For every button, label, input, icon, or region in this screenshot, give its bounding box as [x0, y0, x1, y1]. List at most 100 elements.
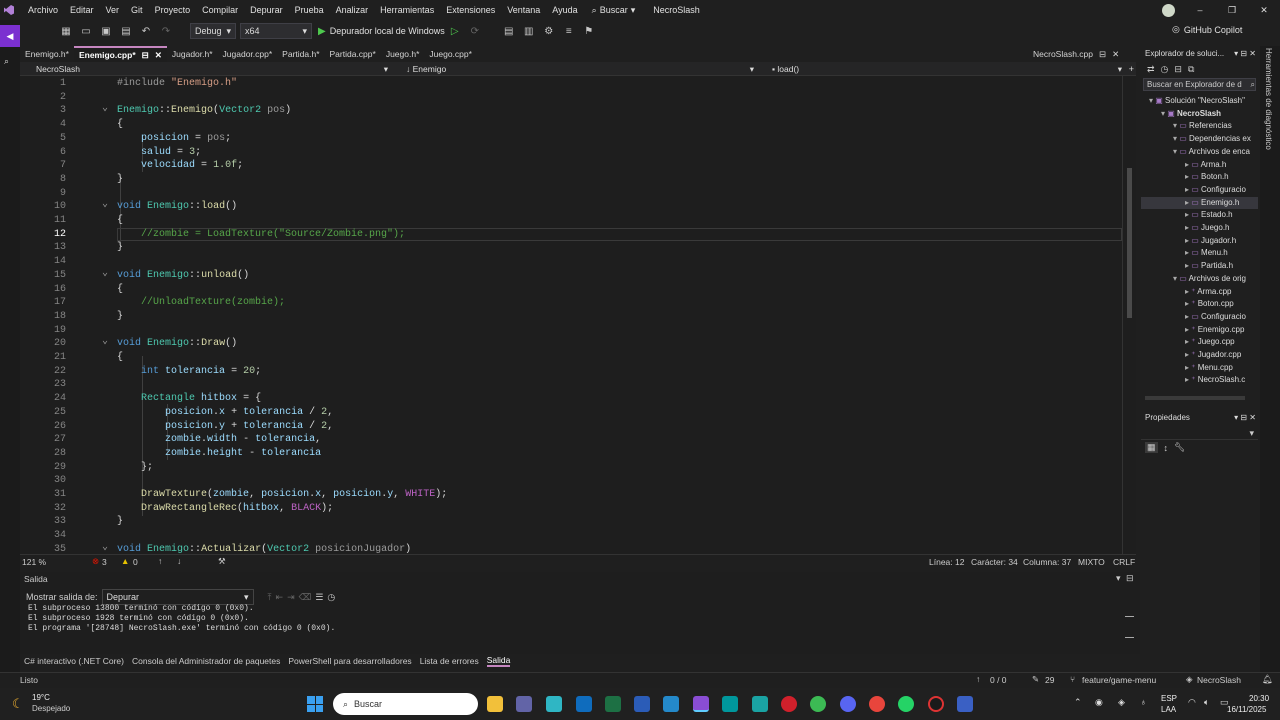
code-line[interactable]: 22 int tolerancia = 20;: [20, 365, 1136, 379]
arrow-up-icon[interactable]: ↑: [976, 674, 980, 684]
code-line[interactable]: 11 {: [20, 214, 1136, 228]
code-line[interactable]: 15 void Enemigo::unload() ⌄: [20, 268, 1136, 283]
code-line[interactable]: 5 posicion = pos;: [20, 132, 1136, 146]
format-icon[interactable]: ▥: [523, 25, 535, 37]
code-line[interactable]: 17 //UnloadTexture(zombie);: [20, 296, 1136, 310]
solution-tree-item[interactable]: ▸ ▭ Enemigo.h: [1141, 196, 1258, 210]
code-line[interactable]: 35 void Enemigo::Actualizar(Vector2 posic…: [20, 542, 1136, 554]
solution-tree-item[interactable]: ▸ ▭ Juego.h: [1141, 222, 1258, 235]
close-icon[interactable]: ✕: [1112, 46, 1119, 62]
notification-icon[interactable]: 🔔︎: [1262, 674, 1273, 685]
code-line[interactable]: 10 void Enemigo::load() ⌄: [20, 200, 1136, 214]
wifi-icon[interactable]: ◠: [1188, 697, 1196, 708]
bookmark-icon[interactable]: ⚑: [583, 25, 595, 37]
menu-item[interactable]: Ayuda: [546, 0, 583, 20]
solution-tree-item[interactable]: ▾ ▣ Solución "NecroSlash": [1141, 95, 1258, 108]
warning-count[interactable]: 0: [133, 557, 138, 567]
document-tab[interactable]: Enemigo.cpp* ⊟ ✕: [73, 46, 167, 63]
solution-tree-item[interactable]: ▸ ⁺ Menu.cpp: [1141, 362, 1258, 375]
line-indicator[interactable]: Línea: 12: [929, 557, 964, 567]
bottom-tab[interactable]: PowerShell para desarrolladores: [288, 656, 411, 666]
save-all-icon[interactable]: ▤: [120, 25, 132, 37]
clear-icon[interactable]: ⌫: [299, 592, 312, 603]
start-debugging-button[interactable]: ▶ Depurador local de Windows: [318, 26, 445, 37]
collapse-icon[interactable]: ⊟: [1174, 64, 1182, 75]
close-icon[interactable]: ✕: [155, 47, 162, 63]
solution-tree-item[interactable]: ▾ ▭ Archivos de enca: [1141, 146, 1258, 159]
arrow-down-icon[interactable]: ↓: [177, 556, 181, 566]
document-tab[interactable]: Partida.h*: [277, 46, 324, 62]
code-line[interactable]: 19: [20, 324, 1136, 338]
copilot-app-icon[interactable]: [546, 696, 562, 712]
diagnostics-tab[interactable]: Herramientas de diagnóstico: [1264, 48, 1273, 150]
menu-item[interactable]: Editar: [64, 0, 100, 20]
menu-item[interactable]: Git: [125, 0, 149, 20]
solution-tree-item[interactable]: ▾ ▭ Referencias: [1141, 120, 1258, 133]
solution-tree-item[interactable]: ▸ ⁺ Boton.cpp: [1141, 298, 1258, 311]
menu-item[interactable]: Ventana: [501, 0, 546, 20]
bottom-tab[interactable]: Lista de errores: [420, 656, 479, 666]
word-icon[interactable]: [634, 696, 650, 712]
zoom-level[interactable]: 121 %: [22, 557, 46, 567]
clock-date[interactable]: 16/11/2025: [1227, 705, 1266, 714]
menu-item[interactable]: Analizar: [330, 0, 375, 20]
align-icon[interactable]: ≡: [563, 25, 575, 37]
pin-icon[interactable]: ⊟: [142, 47, 149, 63]
menu-item[interactable]: Extensiones: [440, 0, 501, 20]
code-line[interactable]: 31 DrawTexture(zombie, posicion.x, posic…: [20, 488, 1136, 502]
col-indicator[interactable]: Columna: 37: [1023, 557, 1071, 567]
output-scrollbar[interactable]: [1125, 616, 1134, 638]
solution-tree-item[interactable]: ▸ ▭ Arma.h: [1141, 159, 1258, 172]
hot-reload-icon[interactable]: ⟳: [469, 25, 481, 37]
solution-tree-item[interactable]: ▸ ⁺ Enemigo.cpp: [1141, 324, 1258, 337]
document-tab[interactable]: Partida.cpp*: [325, 46, 381, 62]
discord-icon[interactable]: [840, 696, 856, 712]
pin-icon[interactable]: ⊟: [1126, 573, 1134, 584]
solution-tree-item[interactable]: ▸ ▭ Menu.h: [1141, 247, 1258, 260]
run-without-debug-icon[interactable]: ▷: [449, 25, 461, 37]
copilot-button[interactable]: ◎ GitHub Copilot: [1172, 24, 1242, 35]
code-line[interactable]: 9: [20, 187, 1136, 201]
search-icon[interactable]: ⌕: [4, 56, 9, 67]
avatar[interactable]: [1162, 4, 1175, 17]
app-window-icon[interactable]: [957, 696, 973, 712]
sync-icon[interactable]: ⇄: [1147, 64, 1155, 75]
error-count[interactable]: 3: [102, 557, 107, 567]
solution-tree-item[interactable]: ▸ ⁺ Jugador.cpp: [1141, 349, 1258, 362]
menu-item[interactable]: Archivo: [22, 0, 64, 20]
commit-counter[interactable]: 0 / 0: [990, 675, 1007, 685]
code-line[interactable]: 28 zombie.height - tolerancia: [20, 447, 1136, 461]
tray-icon[interactable]: ◈: [1118, 697, 1125, 708]
solution-explorer-toggle-icon[interactable]: ◀: [0, 25, 20, 47]
menu-item[interactable]: Proyecto: [149, 0, 197, 20]
changes-count[interactable]: 29: [1045, 675, 1054, 685]
tools-icon[interactable]: ⚙: [543, 25, 555, 37]
code-line[interactable]: 34: [20, 529, 1136, 543]
tabs-indicator[interactable]: MIXTO: [1078, 557, 1105, 567]
visual-studio-app-icon[interactable]: [693, 696, 709, 712]
app-icon[interactable]: [752, 696, 768, 712]
collapse-icon[interactable]: ⌄: [102, 200, 108, 210]
code-line[interactable]: 21 {: [20, 351, 1136, 365]
arrow-up-icon[interactable]: ↑: [158, 556, 162, 566]
menu-item[interactable]: Depurar: [244, 0, 289, 20]
collapse-icon[interactable]: ⌄: [102, 268, 108, 279]
volume-icon[interactable]: 🔈︎: [1204, 697, 1209, 708]
pin-icon[interactable]: ⊟: [1099, 46, 1106, 62]
project-dropdown[interactable]: NecroSlash ▾: [24, 62, 390, 76]
menu-item[interactable]: Compilar: [196, 0, 244, 20]
menu-item[interactable]: Ver: [100, 0, 126, 20]
next-icon[interactable]: ⇥: [287, 592, 295, 603]
code-line[interactable]: 27 zombie.width - tolerancia,: [20, 433, 1136, 447]
bottom-tab[interactable]: Consola del Administrador de paquetes: [132, 656, 280, 666]
opera-icon[interactable]: [781, 696, 797, 712]
code-line[interactable]: 16 {: [20, 283, 1136, 297]
code-editor[interactable]: 1 #include "Enemigo.h" 2 3 Enemigo::Enemigo(…: [20, 76, 1136, 554]
vertical-scrollbar[interactable]: [1122, 76, 1136, 554]
file-explorer-icon[interactable]: [487, 696, 503, 712]
code-line[interactable]: 29 };: [20, 461, 1136, 475]
branch-label[interactable]: feature/game-menu: [1082, 675, 1156, 685]
solution-tree-item[interactable]: ▸ ⁺ Arma.cpp: [1141, 286, 1258, 299]
panel-controls[interactable]: ▾ ⊟ ✕: [1234, 46, 1258, 62]
bottom-tab[interactable]: Salida: [486, 655, 511, 667]
